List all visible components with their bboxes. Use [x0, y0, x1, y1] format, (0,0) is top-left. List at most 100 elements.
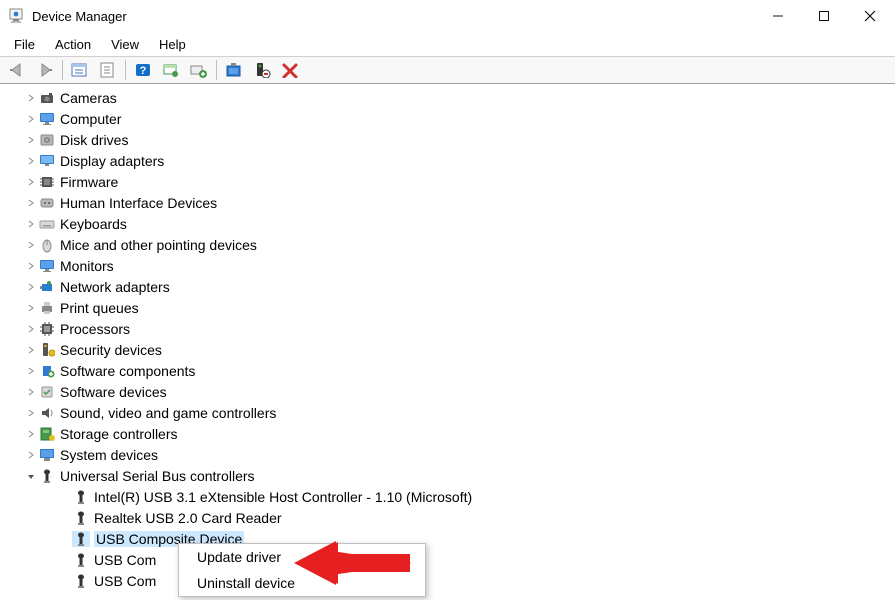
monitor-icon [38, 258, 56, 274]
security-icon [38, 342, 56, 358]
show-hide-console-tree-button[interactable] [67, 59, 93, 81]
display-icon [38, 153, 56, 169]
chevron-right-icon[interactable] [24, 91, 38, 105]
chevron-right-icon[interactable] [24, 427, 38, 441]
hid-icon [38, 195, 56, 211]
chevron-right-icon[interactable] [24, 175, 38, 189]
chevron-right-icon[interactable] [24, 112, 38, 126]
tree-category[interactable]: Cameras [2, 87, 895, 108]
tree-category-usb[interactable]: Universal Serial Bus controllers [2, 465, 895, 486]
disable-device-button[interactable] [277, 59, 303, 81]
context-uninstall-device[interactable]: Uninstall device [179, 570, 425, 596]
chevron-right-icon[interactable] [24, 133, 38, 147]
usb-icon [72, 489, 90, 505]
chevron-right-icon[interactable] [24, 280, 38, 294]
keyboard-icon [38, 216, 56, 232]
tree-category[interactable]: Network adapters [2, 276, 895, 297]
category-label: Cameras [60, 90, 117, 106]
tree-category[interactable]: Storage controllers [2, 423, 895, 444]
tree-category[interactable]: Monitors [2, 255, 895, 276]
chevron-right-icon[interactable] [24, 364, 38, 378]
menu-help[interactable]: Help [149, 35, 196, 54]
close-button[interactable] [847, 0, 893, 32]
chevron-right-icon[interactable] [24, 259, 38, 273]
category-label: Human Interface Devices [60, 195, 217, 211]
category-label: Mice and other pointing devices [60, 237, 257, 253]
chevron-right-icon[interactable] [24, 238, 38, 252]
update-driver-button[interactable] [221, 59, 247, 81]
menu-view[interactable]: View [101, 35, 149, 54]
category-label: Print queues [60, 300, 139, 316]
context-update-driver[interactable]: Update driver [179, 544, 425, 570]
tree-category[interactable]: Software devices [2, 381, 895, 402]
tree-category[interactable]: Software components [2, 360, 895, 381]
chevron-right-icon[interactable] [24, 154, 38, 168]
device-label: Intel(R) USB 3.1 eXtensible Host Control… [94, 489, 472, 505]
tree-category[interactable]: Keyboards [2, 213, 895, 234]
toolbar-separator [216, 60, 217, 80]
chevron-right-icon[interactable] [24, 406, 38, 420]
printer-icon [38, 300, 56, 316]
tree-category[interactable]: System devices [2, 444, 895, 465]
chevron-right-icon[interactable] [24, 217, 38, 231]
scan-hardware-changes-button[interactable] [158, 59, 184, 81]
usb-icon [72, 531, 90, 547]
tree-device[interactable]: Intel(R) USB 3.1 eXtensible Host Control… [2, 486, 895, 507]
chevron-right-icon[interactable] [24, 343, 38, 357]
category-label: Firmware [60, 174, 118, 190]
category-label: Sound, video and game controllers [60, 405, 276, 421]
category-label: Keyboards [60, 216, 127, 232]
tree-device[interactable]: USB Composite Device [2, 528, 895, 549]
add-legacy-hardware-button[interactable] [186, 59, 212, 81]
toolbar: ? [0, 56, 895, 84]
tree-category[interactable]: Disk drives [2, 129, 895, 150]
category-label: Software devices [60, 384, 167, 400]
forward-button[interactable] [32, 59, 58, 81]
menu-bar: File Action View Help [0, 32, 895, 56]
tree-device[interactable]: Realtek USB 2.0 Card Reader [2, 507, 895, 528]
category-label: Display adapters [60, 153, 164, 169]
tree-category[interactable]: Human Interface Devices [2, 192, 895, 213]
category-label: Security devices [60, 342, 162, 358]
firmware-icon [38, 174, 56, 190]
menu-file[interactable]: File [4, 35, 45, 54]
maximize-button[interactable] [801, 0, 847, 32]
chevron-down-icon[interactable] [24, 469, 38, 483]
category-label: Monitors [60, 258, 114, 274]
disk-icon [38, 132, 56, 148]
back-button[interactable] [4, 59, 30, 81]
chevron-right-icon[interactable] [24, 301, 38, 315]
help-button[interactable]: ? [130, 59, 156, 81]
tree-category[interactable]: Mice and other pointing devices [2, 234, 895, 255]
category-label: Software components [60, 363, 195, 379]
mouse-icon [38, 237, 56, 253]
sound-icon [38, 405, 56, 421]
tree-category[interactable]: Computer [2, 108, 895, 129]
tree-category[interactable]: Print queues [2, 297, 895, 318]
software2-icon [38, 384, 56, 400]
chevron-right-icon[interactable] [24, 385, 38, 399]
chevron-right-icon[interactable] [24, 322, 38, 336]
category-label: Network adapters [60, 279, 170, 295]
menu-action[interactable]: Action [45, 35, 101, 54]
chevron-right-icon[interactable] [24, 196, 38, 210]
chevron-right-icon[interactable] [24, 448, 38, 462]
minimize-button[interactable] [755, 0, 801, 32]
tree-category[interactable]: Firmware [2, 171, 895, 192]
tree-category[interactable]: Sound, video and game controllers [2, 402, 895, 423]
usb-icon [38, 468, 56, 484]
tree-category[interactable]: Security devices [2, 339, 895, 360]
toolbar-separator [62, 60, 63, 80]
tree-device[interactable]: USB Com [2, 549, 895, 570]
properties-button[interactable] [95, 59, 121, 81]
category-label: Universal Serial Bus controllers [60, 468, 255, 484]
system-icon [38, 447, 56, 463]
tree-category[interactable]: Display adapters [2, 150, 895, 171]
tree-device[interactable]: USB Com [2, 570, 895, 591]
device-label: USB Com [94, 552, 156, 568]
window-title: Device Manager [32, 9, 755, 24]
tree-category[interactable]: Processors [2, 318, 895, 339]
category-label: Computer [60, 111, 121, 127]
device-tree[interactable]: Cameras Computer Disk drives Display adapte… [0, 84, 895, 600]
uninstall-device-button[interactable] [249, 59, 275, 81]
